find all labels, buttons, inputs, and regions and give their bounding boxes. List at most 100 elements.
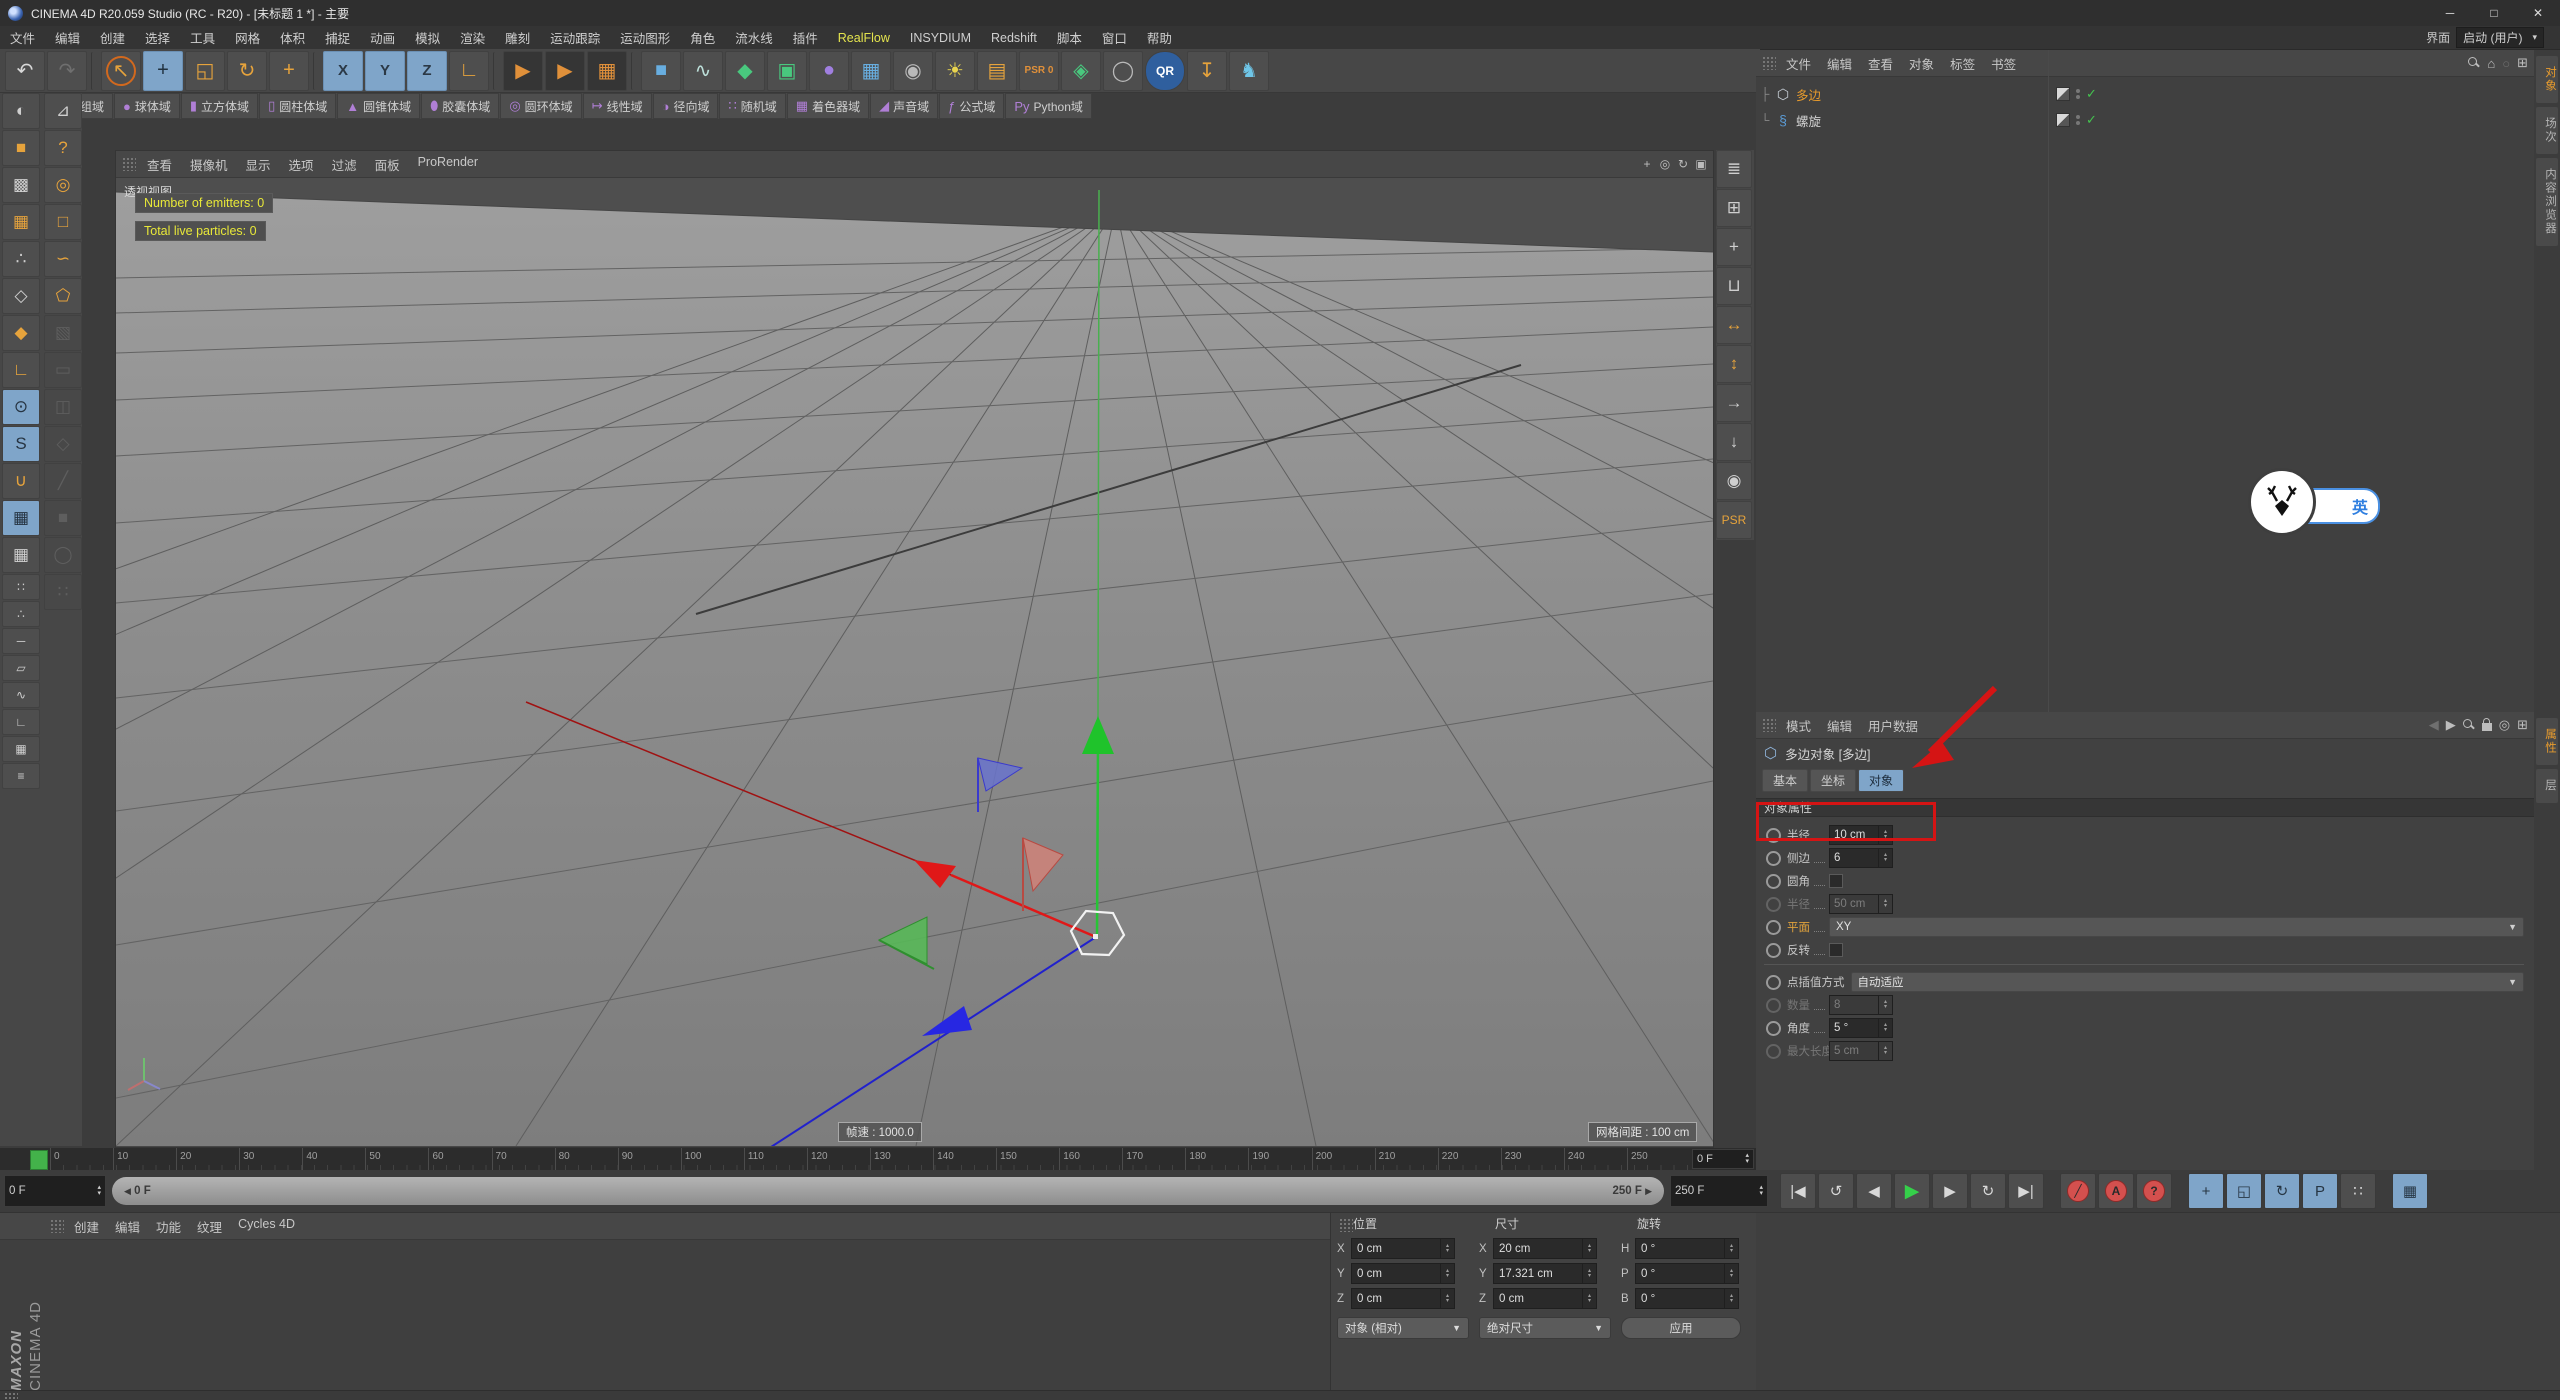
lock-y-axis-toggle[interactable]: Y bbox=[365, 50, 405, 91]
key-dot-icon[interactable] bbox=[1766, 896, 1781, 912]
object-origin-handle[interactable] bbox=[1093, 934, 1098, 939]
enabled-check-icon[interactable]: ✓ bbox=[2086, 112, 2097, 128]
rotate-view-icon[interactable]: ↻ bbox=[1675, 156, 1691, 172]
dock-tab[interactable]: 场次 bbox=[2536, 107, 2558, 154]
linear-field-button[interactable]: ↦ 线性域 bbox=[582, 93, 652, 119]
menu-item[interactable]: 模拟 bbox=[405, 28, 450, 47]
keyframe-selection-options-button[interactable]: ? bbox=[2136, 1173, 2172, 1209]
move-tool[interactable]: + bbox=[143, 50, 183, 91]
y-axis-line[interactable] bbox=[1095, 743, 1100, 938]
menu-item[interactable]: 运动图形 bbox=[610, 28, 680, 47]
size-y-input[interactable]: 17.321 cm ▴ ▾ bbox=[1493, 1263, 1597, 1284]
target-icon[interactable]: ◎ bbox=[2499, 717, 2510, 733]
polygons-mode-button[interactable]: ◆ bbox=[2, 315, 40, 351]
rounding-checkbox[interactable] bbox=[1829, 874, 1843, 888]
cylinder-field-button[interactable]: ▯ 圆柱体域 bbox=[259, 93, 337, 119]
visibility-dots-icon[interactable] bbox=[2076, 115, 2080, 125]
menu-item[interactable]: 编辑 bbox=[45, 28, 90, 47]
attribute-menu-item[interactable]: 编辑 bbox=[1819, 716, 1860, 735]
object-manager-menu-item[interactable]: 文件 bbox=[1778, 54, 1819, 73]
axis-mode-button[interactable]: ∟ bbox=[2, 352, 40, 388]
layout-tile-icon[interactable]: ⊞ bbox=[1716, 189, 1752, 227]
dock-tab[interactable]: 对象 bbox=[2536, 56, 2558, 103]
transport-gap[interactable] bbox=[2174, 1174, 2186, 1208]
spinner-arrows-icon[interactable]: ▴ ▾ bbox=[1878, 849, 1892, 867]
object-name[interactable]: 螺旋 bbox=[1792, 111, 2031, 130]
workplane-mode-button[interactable]: ▦ bbox=[2, 204, 40, 240]
key-dot-icon[interactable] bbox=[1766, 1043, 1781, 1059]
viewport-menu-item[interactable]: 面板 bbox=[366, 155, 409, 174]
rotation-p-input[interactable]: 0 ° ▴ ▾ bbox=[1635, 1263, 1739, 1284]
menu-item[interactable]: 运动跟踪 bbox=[540, 28, 610, 47]
home-icon[interactable]: ⌂ bbox=[2487, 56, 2495, 71]
sphere-wire-button[interactable]: ◯ bbox=[44, 537, 82, 573]
toolbar-separator[interactable] bbox=[313, 51, 319, 90]
autokey-toggle[interactable]: A bbox=[2098, 1173, 2134, 1209]
size-x-input[interactable]: 20 cm ▴ ▾ bbox=[1493, 1238, 1597, 1259]
range-start-input[interactable]: 0 F ▴ ▾ bbox=[4, 1175, 106, 1207]
python-field-button[interactable]: Py Python域 bbox=[1005, 93, 1092, 119]
sides-input[interactable]: 6 ▴ ▾ bbox=[1829, 848, 1893, 868]
position-mode-select[interactable]: 对象 (相对) ▼ bbox=[1337, 1317, 1469, 1339]
material-menu-item[interactable]: Cycles 4D bbox=[230, 1217, 303, 1236]
position-z-input[interactable]: 0 cm ▴ ▾ bbox=[1351, 1288, 1455, 1309]
menu-item[interactable]: Redshift bbox=[981, 31, 1047, 45]
quantize-snap-button[interactable]: ∷ bbox=[2, 574, 40, 600]
viewport-solo-button[interactable]: ⊙ bbox=[2, 389, 40, 425]
volume-menu[interactable]: ▣ bbox=[767, 50, 807, 91]
timeline-ruler[interactable]: 0 10 20 30 40 50 60 70 80 90 100 110 120 130 140 150 160… bbox=[0, 1148, 1756, 1171]
object-manager-menu-item[interactable]: 标签 bbox=[1942, 54, 1983, 73]
model-mode-button[interactable]: ■ bbox=[2, 130, 40, 166]
formula-field-button[interactable]: ƒ 公式域 bbox=[939, 93, 1005, 119]
commander-help-button[interactable]: ? bbox=[44, 130, 82, 166]
dock-tab[interactable]: 属性 bbox=[2536, 718, 2558, 765]
points-mode-button[interactable]: ∴ bbox=[2, 241, 40, 277]
transport-gap[interactable] bbox=[2378, 1174, 2390, 1208]
status-grip[interactable] bbox=[4, 1392, 18, 1400]
menu-item[interactable]: 动画 bbox=[360, 28, 405, 47]
cube-tool-button[interactable]: ■ bbox=[44, 500, 82, 536]
timeline-range-slider[interactable]: ◀ 0 F 250 F ▶ bbox=[112, 1177, 1664, 1205]
apply-button[interactable]: 应用 bbox=[1621, 1317, 1741, 1339]
range-right-arrow-icon[interactable]: ▶ bbox=[1645, 1186, 1652, 1196]
object-manager-menu-item[interactable]: 编辑 bbox=[1819, 54, 1860, 73]
redo-button[interactable]: ↷ bbox=[47, 50, 87, 91]
object-row-polygon[interactable]: ├ ⬡ 多边 ✓ bbox=[1756, 81, 2534, 107]
psr-strip-icon[interactable]: PSR bbox=[1716, 501, 1752, 539]
viewport-menu-item[interactable]: 摄像机 bbox=[181, 155, 237, 174]
attribute-tab[interactable]: 对象 bbox=[1858, 769, 1905, 792]
size-z-input[interactable]: 0 cm ▴ ▾ bbox=[1493, 1288, 1597, 1309]
object-manager-menu-item[interactable]: 查看 bbox=[1860, 54, 1901, 73]
viewport-canvas[interactable]: 透视视图 Number of emitters: 0 Total live pa… bbox=[116, 178, 1713, 1146]
guide-snap-button[interactable]: ≡ bbox=[2, 763, 40, 789]
position-y-input[interactable]: 0 cm ▴ ▾ bbox=[1351, 1263, 1455, 1284]
object-manager-menu-item[interactable]: 书签 bbox=[1983, 54, 2024, 73]
go-to-end-button[interactable]: ▶| bbox=[2008, 1173, 2044, 1209]
scale-widget-icon[interactable]: ⊿ bbox=[44, 93, 82, 129]
xparticles-pin-button[interactable]: ↧ bbox=[1187, 50, 1227, 91]
rectangle-selection-button[interactable]: □ bbox=[44, 204, 82, 240]
panel-grip[interactable] bbox=[1762, 718, 1776, 732]
key-dot-icon[interactable] bbox=[1766, 873, 1781, 889]
key-dot-icon[interactable] bbox=[1766, 997, 1781, 1013]
vertex-snap-button[interactable]: ∴ bbox=[2, 601, 40, 627]
panel-grip[interactable] bbox=[1762, 56, 1776, 70]
primitive-object-menu[interactable]: ■ bbox=[641, 50, 681, 91]
record-rotation-toggle[interactable]: ↻ bbox=[2264, 1173, 2300, 1209]
rotation-h-input[interactable]: 0 ° ▴ ▾ bbox=[1635, 1238, 1739, 1259]
menu-item[interactable]: 文件 bbox=[0, 28, 45, 47]
toolbar-separator[interactable] bbox=[91, 51, 97, 90]
make-editable-button[interactable]: ◐ bbox=[2, 93, 40, 129]
menu-item[interactable]: INSYDIUM bbox=[900, 31, 981, 45]
close-button[interactable]: ✕ bbox=[2516, 0, 2560, 26]
random-field-button[interactable]: ∷ 随机域 bbox=[719, 93, 786, 119]
snap-toggle-button[interactable]: S bbox=[2, 426, 40, 462]
playhead-marker[interactable] bbox=[30, 1150, 48, 1170]
menu-item[interactable]: 角色 bbox=[680, 28, 725, 47]
rotation-b-input[interactable]: 0 ° ▴ ▾ bbox=[1635, 1288, 1739, 1309]
box-field-button[interactable]: ▮ 立方体域 bbox=[180, 93, 259, 119]
lock-workplane-button[interactable]: ▦ bbox=[2, 500, 40, 536]
maximize-button[interactable]: □ bbox=[2472, 0, 2516, 26]
environment-menu[interactable]: ▦ bbox=[851, 50, 891, 91]
menu-item[interactable]: 帮助 bbox=[1137, 28, 1182, 47]
